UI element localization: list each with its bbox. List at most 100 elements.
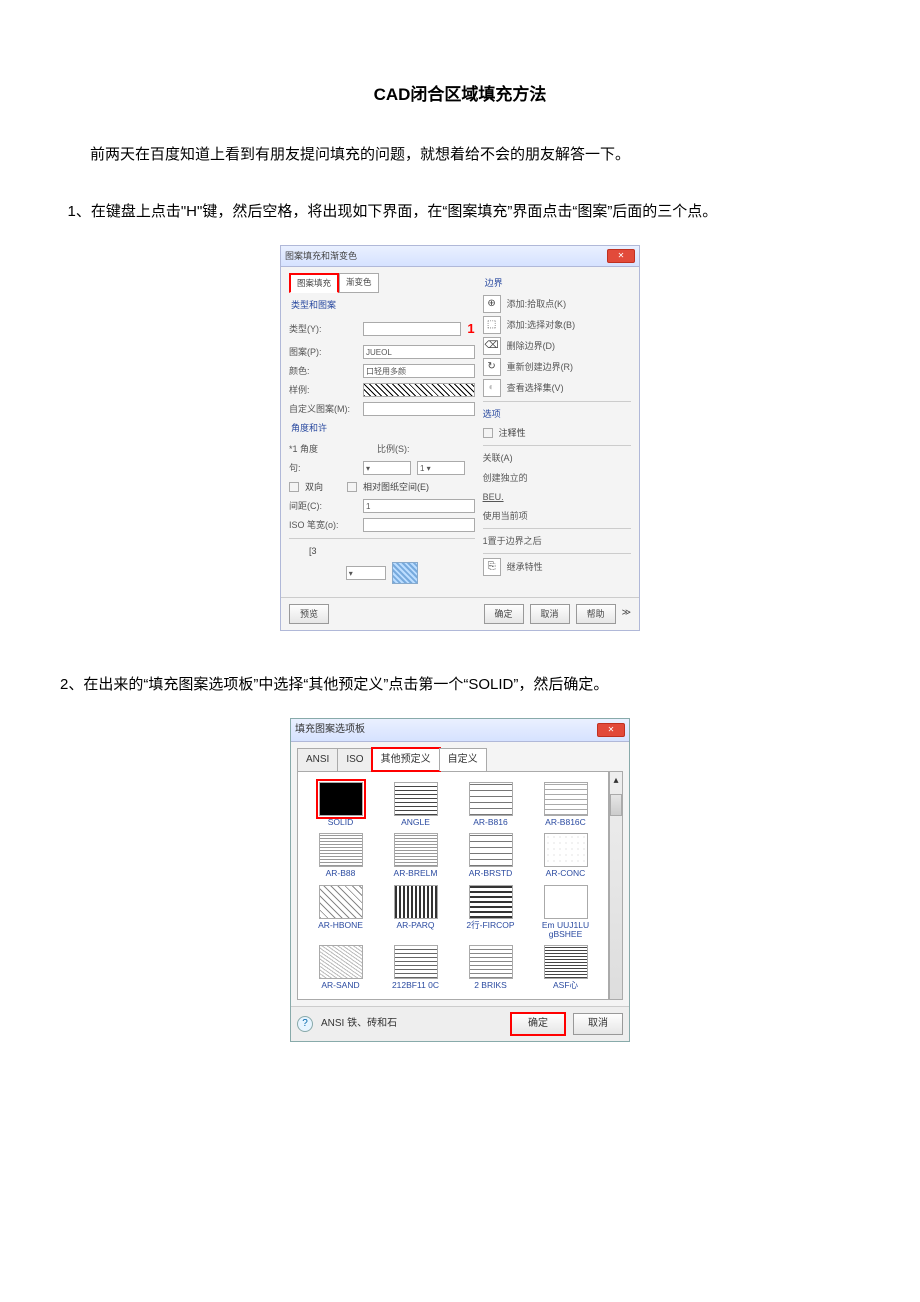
color-select[interactable]: 口轻用多颜 <box>363 364 475 378</box>
opt-behind: 1置于边界之后 <box>483 533 631 549</box>
ok-button[interactable]: 确定 <box>511 1013 565 1035</box>
pattern-swatch <box>544 945 588 979</box>
origin-marker: [3 <box>309 543 317 559</box>
tab-iso[interactable]: ISO <box>337 748 372 771</box>
label-sentence: 句: <box>289 460 357 476</box>
select-objects-label: 添加:选择对象(B) <box>507 317 631 333</box>
label-iso: ISO 笔宽(o): <box>289 517 357 533</box>
pattern-item[interactable]: AR-PARQ <box>381 885 450 940</box>
pattern-item[interactable]: AR-BRSTD <box>456 833 525 878</box>
scale-input[interactable]: 1 ▾ <box>417 461 465 475</box>
help-icon[interactable]: ? <box>297 1016 313 1032</box>
preview-button[interactable]: 预览 <box>289 604 329 624</box>
pattern-item[interactable]: 2行-FIRCOP <box>456 885 525 940</box>
step-1-text: 1、在键盘上点击"H"键，然后空格，将出现如下界面，在“图案填充”界面点击“图案… <box>78 198 860 225</box>
pattern-swatch <box>319 833 363 867</box>
opt-inherit: 继承特性 <box>507 559 631 575</box>
origin-select[interactable]: ▾ <box>346 566 386 580</box>
cancel-button-d1[interactable]: 取消 <box>530 604 570 624</box>
group-angle-label: 角度和许 <box>291 420 475 436</box>
opt-beu: BEU. <box>483 489 631 505</box>
tab-hatch[interactable]: 图案填充 <box>289 273 339 293</box>
pick-points-icon[interactable]: ⊕ <box>483 295 501 313</box>
pattern-item[interactable]: Em UUJ1LU gBSHEE <box>531 885 600 940</box>
spacing-input: 1 <box>363 499 475 513</box>
checkbox-annotative[interactable] <box>483 428 493 438</box>
pattern-swatch <box>319 945 363 979</box>
pattern-swatch <box>319 885 363 919</box>
tab-ansi[interactable]: ANSI <box>297 748 338 771</box>
opt-independent: 创建独立的 <box>483 470 631 486</box>
label-angle: *1 角度 <box>289 441 357 457</box>
pattern-label: AR-CONC <box>531 869 600 878</box>
pattern-label: AR-SAND <box>306 981 375 990</box>
pattern-item[interactable]: AR-B88 <box>306 833 375 878</box>
pattern-grid: SOLIDANGLEAR-B816AR-B816CAR-B88AR-BRELMA… <box>297 772 609 1000</box>
type-select[interactable] <box>363 322 461 336</box>
pattern-item[interactable]: AR-CONC <box>531 833 600 878</box>
pattern-swatch <box>544 885 588 919</box>
pattern-item[interactable]: AR-B816C <box>531 782 600 827</box>
label-spacing: 间距(C): <box>289 498 357 514</box>
pattern-swatch <box>394 885 438 919</box>
checkbox-relative[interactable] <box>347 482 357 492</box>
view-selection-label: 查看选择集(V) <box>507 380 631 396</box>
pattern-swatch <box>394 782 438 816</box>
pattern-item[interactable]: AR-BRELM <box>381 833 450 878</box>
pattern-swatch <box>469 885 513 919</box>
page-title: CAD闭合区域填充方法 <box>60 80 860 111</box>
angle-input[interactable]: ▾ <box>363 461 411 475</box>
help-button[interactable]: 帮助 <box>576 604 616 624</box>
pattern-item[interactable]: 2 BRIKS <box>456 945 525 990</box>
dialog2-titlebar: 填充图案选项板 ✕ <box>291 719 629 742</box>
expand-icon[interactable]: ≫ <box>622 604 631 624</box>
opt-assoc: 关联(A) <box>483 450 631 466</box>
pattern-label: AR-B816C <box>531 818 600 827</box>
annotation-1: 1 <box>467 317 474 340</box>
pattern-label: AR-PARQ <box>381 921 450 930</box>
pattern-item[interactable]: ANGLE <box>381 782 450 827</box>
pattern-label: Em UUJ1LU gBSHEE <box>531 921 600 940</box>
close-icon[interactable]: ✕ <box>607 249 635 263</box>
options-label: 选项 <box>483 406 501 422</box>
label-sample: 样例: <box>289 382 357 398</box>
pattern-select[interactable]: JUEOL <box>363 345 475 359</box>
sample-swatch <box>363 383 475 397</box>
pattern-item[interactable]: AR-HBONE <box>306 885 375 940</box>
dialog1-titlebar: 图案填充和渐变色 ✕ <box>281 246 639 267</box>
pattern-item[interactable]: AR-SAND <box>306 945 375 990</box>
remove-boundary-icon[interactable]: ⌫ <box>483 337 501 355</box>
pattern-label: 2行-FIRCOP <box>456 921 525 930</box>
dialog2-title: 填充图案选项板 <box>295 721 365 739</box>
scroll-thumb[interactable] <box>610 794 622 816</box>
recreate-boundary-label: 重新创建边界(R) <box>507 359 631 375</box>
tab-other-predefined[interactable]: 其他预定义 <box>372 748 440 771</box>
select-objects-icon[interactable]: ⬚ <box>483 316 501 334</box>
pattern-swatch <box>319 782 363 816</box>
pattern-label: ANGLE <box>381 818 450 827</box>
scrollbar[interactable]: ▴ <box>609 772 623 1000</box>
pattern-label: 2 BRIKS <box>456 981 525 990</box>
pattern-swatch <box>469 945 513 979</box>
pattern-item[interactable]: 212BF11 0C <box>381 945 450 990</box>
label-color: 颜色: <box>289 363 357 379</box>
close-icon-2[interactable]: ✕ <box>597 723 625 737</box>
pattern-item[interactable]: AR-B816 <box>456 782 525 827</box>
tab-gradient[interactable]: 渐变色 <box>339 273 379 293</box>
pattern-item[interactable]: ASF心 <box>531 945 600 990</box>
pattern-item[interactable]: SOLID <box>306 782 375 827</box>
ok-button-d1[interactable]: 确定 <box>484 604 524 624</box>
scroll-up-icon[interactable]: ▴ <box>610 772 622 790</box>
inherit-icon[interactable]: ⎘ <box>483 558 501 576</box>
view-selection-icon: ◐ <box>483 379 501 397</box>
tab-custom[interactable]: 自定义 <box>439 748 487 771</box>
pattern-swatch <box>469 833 513 867</box>
checkbox-double[interactable] <box>289 482 299 492</box>
dialog1-title: 图案填充和渐变色 <box>285 248 357 264</box>
pattern-swatch <box>394 833 438 867</box>
label-double: 双向 <box>305 479 323 495</box>
recreate-boundary-icon[interactable]: ↻ <box>483 358 501 376</box>
cancel-button[interactable]: 取消 <box>573 1013 623 1035</box>
pattern-swatch <box>544 833 588 867</box>
label-scale: 比例(S): <box>377 441 445 457</box>
